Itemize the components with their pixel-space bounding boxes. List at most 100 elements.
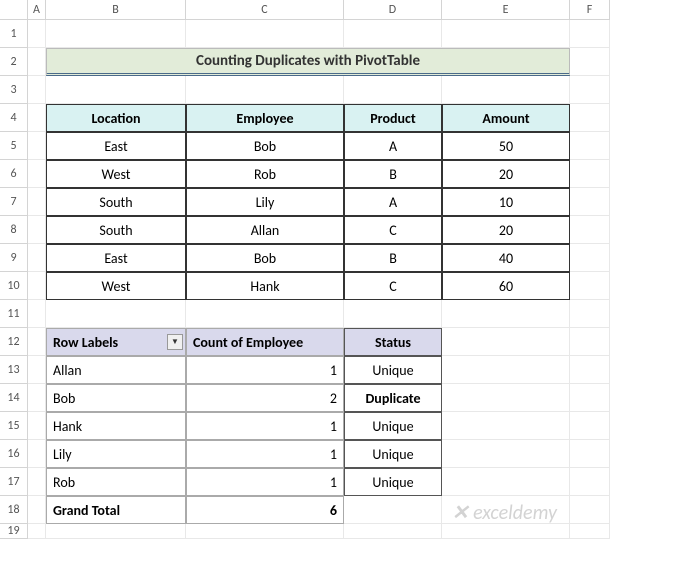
cell-E3[interactable] (442, 76, 570, 104)
cell-E17[interactable] (442, 468, 570, 496)
cell-A7[interactable] (28, 188, 46, 216)
row-header-1[interactable]: 1 (0, 20, 28, 48)
row-header-18[interactable]: 18 (0, 496, 28, 524)
cell-D1[interactable] (344, 20, 442, 48)
cell-A4[interactable] (28, 104, 46, 132)
cell-F11[interactable] (570, 300, 610, 328)
pivot-row-label[interactable]: Rob (46, 468, 186, 496)
select-all-corner[interactable] (0, 0, 28, 20)
table1-cell[interactable]: 60 (442, 272, 570, 300)
cell-E16[interactable] (442, 440, 570, 468)
pivot-count-value[interactable]: 2 (186, 384, 344, 412)
table1-cell[interactable]: West (46, 272, 186, 300)
col-header-C[interactable]: C (186, 0, 344, 20)
row-header-4[interactable]: 4 (0, 104, 28, 132)
pivot-grand-total-value[interactable]: 6 (186, 496, 344, 524)
table1-cell[interactable]: A (344, 132, 442, 160)
cell-F1[interactable] (570, 20, 610, 48)
row-header-17[interactable]: 17 (0, 468, 28, 496)
cell-E15[interactable] (442, 412, 570, 440)
cell-E13[interactable] (442, 356, 570, 384)
col-header-A[interactable]: A (28, 0, 46, 20)
pivot-row-label[interactable]: Lily (46, 440, 186, 468)
cell-A2[interactable] (28, 48, 46, 76)
row-header-14[interactable]: 14 (0, 384, 28, 412)
cell-A17[interactable] (28, 468, 46, 496)
table1-cell[interactable]: South (46, 188, 186, 216)
pivot-row-label[interactable]: Bob (46, 384, 186, 412)
cell-C1[interactable] (186, 20, 344, 48)
cell-F12[interactable] (570, 328, 610, 356)
row-header-12[interactable]: 12 (0, 328, 28, 356)
cell-A1[interactable] (28, 20, 46, 48)
row-header-11[interactable]: 11 (0, 300, 28, 328)
cell-A9[interactable] (28, 244, 46, 272)
cell-A10[interactable] (28, 272, 46, 300)
table1-cell[interactable]: C (344, 272, 442, 300)
cell-E19[interactable] (442, 524, 570, 539)
pivot-row-label[interactable]: Hank (46, 412, 186, 440)
cell-F16[interactable] (570, 440, 610, 468)
table1-cell[interactable]: 10 (442, 188, 570, 216)
cell-F3[interactable] (570, 76, 610, 104)
row-header-3[interactable]: 3 (0, 76, 28, 104)
cell-C19[interactable] (186, 524, 344, 539)
cell-A11[interactable] (28, 300, 46, 328)
row-header-6[interactable]: 6 (0, 160, 28, 188)
cell-F17[interactable] (570, 468, 610, 496)
pivot-row-labels-header[interactable]: Row Labels▼ (46, 328, 186, 356)
row-header-16[interactable]: 16 (0, 440, 28, 468)
row-header-15[interactable]: 15 (0, 412, 28, 440)
cell-E12[interactable] (442, 328, 570, 356)
pivot-count-value[interactable]: 1 (186, 468, 344, 496)
table1-cell[interactable]: East (46, 244, 186, 272)
row-header-5[interactable]: 5 (0, 132, 28, 160)
cell-C3[interactable] (186, 76, 344, 104)
cell-F15[interactable] (570, 412, 610, 440)
table1-cell[interactable]: South (46, 216, 186, 244)
cell-F7[interactable] (570, 188, 610, 216)
cell-E1[interactable] (442, 20, 570, 48)
row-header-8[interactable]: 8 (0, 216, 28, 244)
cell-B3[interactable] (46, 76, 186, 104)
cell-A13[interactable] (28, 356, 46, 384)
table1-cell[interactable]: 40 (442, 244, 570, 272)
pivot-count-value[interactable]: 1 (186, 356, 344, 384)
cell-D19[interactable] (344, 524, 442, 539)
table1-cell[interactable]: A (344, 188, 442, 216)
row-header-7[interactable]: 7 (0, 188, 28, 216)
cell-F4[interactable] (570, 104, 610, 132)
cell-A15[interactable] (28, 412, 46, 440)
row-header-2[interactable]: 2 (0, 48, 28, 76)
table1-cell[interactable]: 50 (442, 132, 570, 160)
cell-F19[interactable] (570, 524, 610, 539)
cell-A6[interactable] (28, 160, 46, 188)
cell-D11[interactable] (344, 300, 442, 328)
pivot-row-label[interactable]: Allan (46, 356, 186, 384)
cell-F13[interactable] (570, 356, 610, 384)
row-header-19[interactable]: 19 (0, 524, 28, 539)
cell-A14[interactable] (28, 384, 46, 412)
cell-D3[interactable] (344, 76, 442, 104)
cell-B11[interactable] (46, 300, 186, 328)
col-header-B[interactable]: B (46, 0, 186, 20)
col-header-D[interactable]: D (344, 0, 442, 20)
cell-C11[interactable] (186, 300, 344, 328)
cell-A18[interactable] (28, 496, 46, 524)
table1-cell[interactable]: West (46, 160, 186, 188)
cell-A16[interactable] (28, 440, 46, 468)
pivot-filter-dropdown[interactable]: ▼ (167, 334, 183, 350)
table1-cell[interactable]: B (344, 160, 442, 188)
pivot-count-value[interactable]: 1 (186, 440, 344, 468)
row-header-10[interactable]: 10 (0, 272, 28, 300)
cell-A19[interactable] (28, 524, 46, 539)
cell-D18[interactable] (344, 496, 442, 524)
cell-F14[interactable] (570, 384, 610, 412)
cell-A5[interactable] (28, 132, 46, 160)
table1-cell[interactable]: Allan (186, 216, 344, 244)
cell-E11[interactable] (442, 300, 570, 328)
table1-cell[interactable]: 20 (442, 216, 570, 244)
cell-F8[interactable] (570, 216, 610, 244)
row-header-13[interactable]: 13 (0, 356, 28, 384)
cell-A8[interactable] (28, 216, 46, 244)
